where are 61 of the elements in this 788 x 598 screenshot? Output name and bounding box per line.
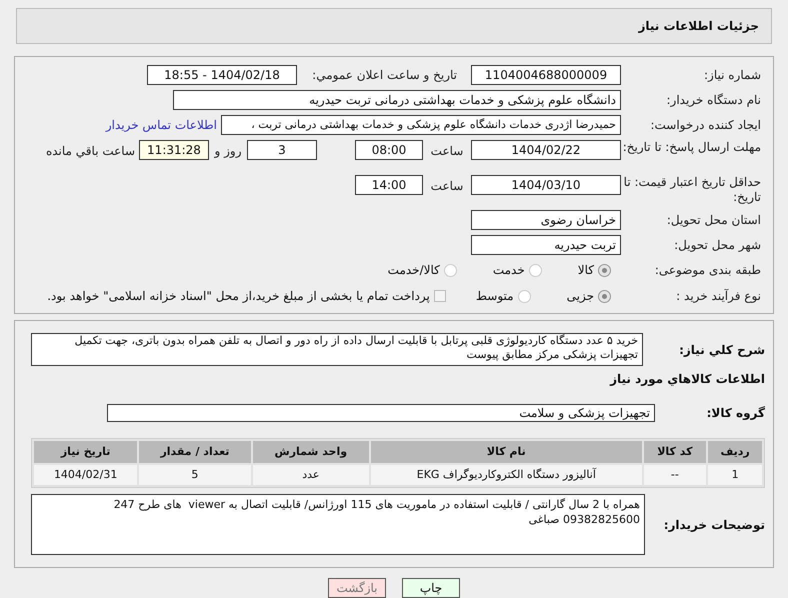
field-label: تاریخ و ساعت اعلان عمومي: (311, 68, 457, 82)
table-cell: 1404/02/31 (34, 465, 138, 485)
text-field[interactable]: خراسان رضوی (471, 210, 621, 230)
field-label: شماره نیاز: (703, 68, 761, 82)
radio-button[interactable] (528, 264, 542, 276)
text-field[interactable]: 14:00 (355, 175, 423, 195)
text-field[interactable]: 08:00 (355, 140, 423, 160)
table-cell: آنالیزور دستگاه الکتروکاردیوگراف EKG (371, 465, 642, 485)
back-button[interactable]: بازگشت (328, 578, 386, 598)
column-header: رديف (708, 441, 762, 463)
radio-button[interactable] (598, 264, 611, 276)
table-cell: 1 (708, 465, 762, 485)
checkbox[interactable] (434, 290, 446, 302)
buyer-contact-link[interactable]: اطلاعات تماس خریدار (106, 116, 217, 134)
field-label: ساعت باقي مانده (44, 143, 135, 160)
notes-textarea[interactable]: همراه با 2 سال گارانتی / قابلیت استفاده در ماموریت های 115 اورژانس/ قابلیت اتصال به viewer های طرح 247 09382825600 صباغی (31, 494, 645, 555)
summary-textarea[interactable]: خرید ۵ عدد دستگاه کاردیولوژی قلبی پرتابل با قابلیت ارسال داده از راه دور و اتصال به تلفن همراه بدون باتری، جهت تکمیل تجهیزات پزشکی مرکز مطابق پیوست (31, 333, 643, 366)
print-button[interactable]: چاپ (402, 578, 460, 598)
radio-label: کالا (578, 262, 594, 279)
text-field[interactable]: 3 (247, 140, 317, 160)
text-field[interactable]: تجهیزات پزشکی و سلامت (107, 404, 655, 422)
field-label: نوع فرآیند خرید : (675, 288, 761, 304)
text-field[interactable]: دانشگاه علوم پزشکی و خدمات بهداشتی درمانی تربت حیدریه (173, 90, 621, 110)
radio-label: کالا/خدمت (388, 262, 440, 279)
radio-button[interactable] (518, 290, 531, 302)
field-label: ساعت (430, 178, 464, 195)
column-header: کد کالا (644, 441, 706, 463)
section-title: اطلاعات كالاهاي مورد نياز (608, 371, 765, 388)
field-label: روز و (213, 143, 242, 160)
table-cell: -- (644, 465, 706, 485)
text-field[interactable]: 1404/03/10 (471, 175, 621, 195)
column-header: واحد شمارش (252, 441, 370, 463)
column-header: تعداد / مقدار (139, 441, 251, 463)
field-label: ایجاد کننده درخواست: (649, 118, 761, 132)
checkbox-label: پرداخت تمام یا بخشی از مبلغ خرید،از محل "اسناد خزانه اسلامی" خواهد بود. (47, 288, 430, 305)
column-header: نام کالا (371, 441, 642, 463)
field-label: طبقه بندی موضوعی: (654, 262, 761, 278)
page-title: جزئیات اطلاعات نیاز (638, 18, 759, 35)
text-field[interactable]: 11:31:28 (139, 140, 209, 160)
text-field[interactable]: 1404/02/22 (471, 140, 621, 160)
field-label: استان محل تحویل: (666, 212, 761, 228)
text-field[interactable]: 1104004688000009 (471, 65, 621, 85)
field-label: ساعت (430, 143, 464, 160)
radio-button[interactable] (598, 290, 611, 302)
column-header: تاریخ نیاز (34, 441, 138, 463)
radio-label: جزیی (566, 288, 594, 305)
field-label: حداقل تاریخ اعتبار قیمت: تا تاریخ: (622, 175, 761, 205)
text-field[interactable]: 1404/02/18 - 18:55 (147, 65, 297, 85)
field-label: توضیحات خریدار: (662, 516, 765, 534)
radio-label: متوسط (476, 288, 514, 305)
field-label: شهر محل تحویل: (673, 238, 761, 252)
field-label: مهلت ارسال پاسخ: تا تاریخ: (622, 140, 761, 155)
table-cell: عدد (252, 465, 370, 485)
table-cell: 5 (139, 465, 251, 485)
text-field[interactable]: تربت حیدریه (471, 235, 621, 255)
radio-label: خدمت (492, 262, 525, 279)
radio-button[interactable] (444, 264, 457, 276)
field-label: شرح كلي نياز: (678, 342, 765, 359)
field-label: نام دستگاه خریدار: (666, 92, 761, 108)
text-field[interactable]: حمیدرضا اژدری خدمات دانشگاه علوم پزشکی و خدمات بهداشتی درمانی تربت ، (221, 115, 621, 135)
field-label: گروه کالا: (706, 405, 765, 422)
